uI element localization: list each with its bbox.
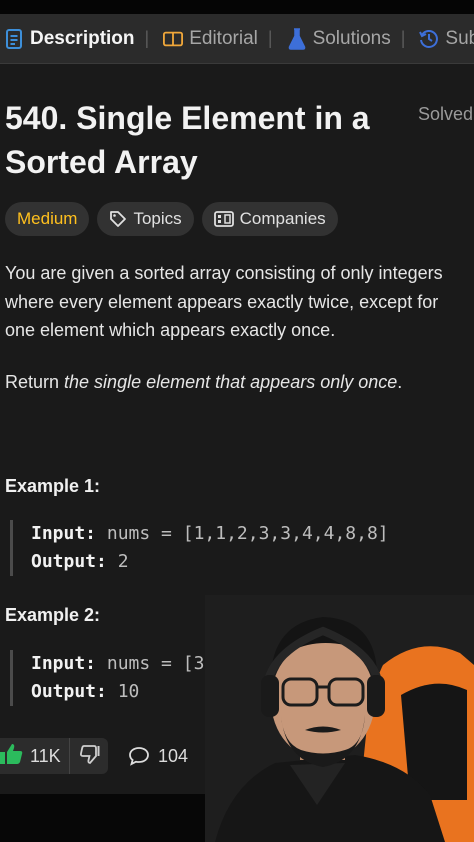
example-block: Input: nums = [1,1,2,3,3,4,4,8,8] Output… (10, 520, 474, 576)
solved-status: Solved (418, 104, 474, 124)
tag-chips: Medium Topics Companies (5, 202, 338, 236)
problem-statement: You are given a sorted array consisting … (5, 259, 474, 345)
top-strip (0, 0, 474, 14)
like-count: 11K (30, 745, 61, 766)
output-value: 2 (117, 551, 129, 572)
output-label: Output: (31, 681, 107, 702)
dislike-button[interactable] (70, 744, 100, 769)
tab-solutions-label: Solutions (312, 27, 391, 49)
book-icon (163, 28, 184, 50)
tab-submissions-label: Sub (445, 27, 474, 49)
return-prefix: Return (5, 372, 65, 392)
statement-line: one element which appears exactly once. (5, 320, 336, 340)
building-icon (213, 210, 234, 228)
tab-divider: | (267, 28, 273, 48)
return-suffix: . (397, 372, 403, 392)
output-label: Output: (31, 551, 107, 572)
topics-button[interactable]: Topics (97, 202, 194, 236)
input-value: nums = [1,1,2,3,3,4,4,8,8] (106, 523, 389, 544)
tab-divider: | (400, 28, 406, 48)
companies-button[interactable]: Companies (201, 202, 338, 236)
flask-icon (287, 27, 307, 50)
tab-editorial[interactable]: Editorial (159, 14, 258, 63)
presenter-image (205, 595, 474, 842)
return-statement: Return the single element that appears o… (5, 368, 474, 397)
like-button[interactable]: 11K (0, 738, 70, 774)
webcam-overlay (205, 595, 474, 842)
tab-description[interactable]: Description (0, 14, 135, 63)
tab-divider: | (144, 28, 150, 48)
thumbs-up-icon (0, 743, 24, 770)
companies-label: Companies (239, 209, 326, 228)
problem-title-line: 540. Single Element in a (5, 100, 370, 136)
input-label: Input: (31, 653, 97, 674)
tab-description-label: Description (30, 27, 135, 49)
thumbs-down-icon (78, 744, 100, 769)
example-output: Output: 2 (31, 548, 474, 576)
tag-icon (109, 210, 127, 228)
problem-title: 540. Single Element in a Sorted Array (5, 96, 405, 184)
document-icon (4, 28, 24, 50)
example-input: Input: nums = [1,1,2,3,3,4,4,8,8] (31, 520, 474, 548)
statement-line: where every element appears exactly twic… (5, 291, 439, 312)
comments-button[interactable]: 104 (128, 738, 188, 774)
problem-title-line: Sorted Array (5, 144, 198, 180)
history-icon (419, 28, 439, 50)
example-heading: Example 1: (5, 476, 101, 496)
topics-label: Topics (133, 209, 182, 228)
tab-editorial-label: Editorial (189, 27, 258, 49)
return-emphasis: the single element that appears only onc… (64, 372, 398, 392)
comment-icon (128, 746, 150, 766)
difficulty-badge: Medium (5, 202, 90, 236)
output-value: 10 (117, 681, 140, 702)
vote-group: 11K (0, 738, 108, 774)
statement-line: You are given a sorted array consisting … (5, 263, 443, 283)
tab-submissions[interactable]: Sub (415, 14, 474, 63)
input-label: Input: (31, 523, 97, 544)
comment-count: 104 (158, 745, 189, 766)
problem-tab-bar: Description | Editorial | Solutions | Su… (0, 14, 474, 64)
example-heading: Example 2: (5, 605, 101, 625)
tab-solutions[interactable]: Solutions (283, 14, 391, 63)
